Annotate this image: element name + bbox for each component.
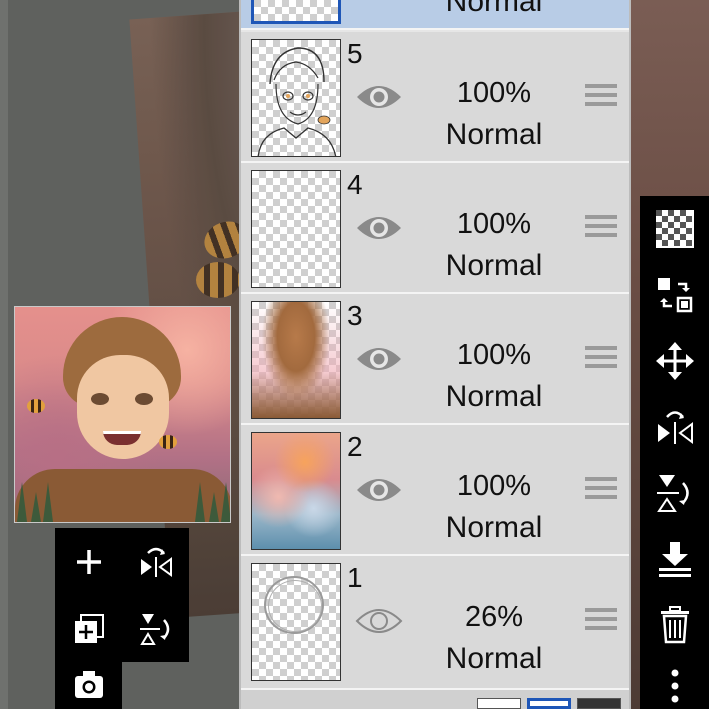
- layer-thumbnail[interactable]: [251, 432, 341, 550]
- eye-icon[interactable]: [355, 473, 403, 507]
- layer-blend-mode[interactable]: Normal: [429, 380, 559, 414]
- move-layer-button[interactable]: [640, 262, 709, 328]
- layer-tools-palette-ext: [55, 662, 122, 709]
- add-paper-layer-icon: [74, 613, 104, 643]
- layer-row[interactable]: 2 100% Normal: [241, 425, 629, 556]
- layer-thumbnail[interactable]: [251, 0, 341, 24]
- flip-horizontal-icon: [140, 547, 172, 577]
- drag-handle-icon[interactable]: [585, 215, 617, 241]
- merge-down-button[interactable]: [640, 526, 709, 592]
- sketch-circle: [268, 580, 322, 632]
- flip-vertical-icon: [139, 613, 169, 645]
- layer-thumbnail[interactable]: [251, 170, 341, 288]
- drag-handle-icon[interactable]: [585, 84, 617, 110]
- layer-opacity[interactable]: 100%: [429, 77, 559, 110]
- preview-bee-right: [159, 435, 177, 449]
- transparency-icon: [655, 210, 694, 248]
- canvas-bee-1: [196, 262, 240, 298]
- flip-horizontal-icon: [657, 411, 693, 444]
- transparency-button[interactable]: [640, 196, 709, 262]
- move-layer-icon: [657, 278, 692, 313]
- layer-number: 1: [347, 562, 363, 593]
- layer-opacity[interactable]: 100%: [429, 470, 559, 503]
- eye-icon[interactable]: [355, 342, 403, 376]
- layer-number: 5: [347, 38, 363, 69]
- background-dark-swatch[interactable]: [577, 698, 621, 709]
- more-icon: [671, 669, 678, 703]
- preview-eye-left: [91, 393, 109, 405]
- add-layer-icon: [76, 549, 101, 574]
- background-blur-art: [252, 433, 340, 549]
- add-paper-layer-button[interactable]: [55, 595, 122, 662]
- layer-number: 2: [347, 431, 363, 462]
- layer-tools-palette: [55, 528, 189, 662]
- drag-handle-icon[interactable]: [585, 477, 617, 503]
- preview-bee-left: [27, 399, 45, 413]
- drag-handle-icon[interactable]: [585, 346, 617, 372]
- trash-icon: [660, 606, 689, 644]
- flip-vertical-button[interactable]: [640, 460, 709, 526]
- move-button[interactable]: [640, 328, 709, 394]
- layer-opacity[interactable]: 100%: [429, 208, 559, 241]
- eye-icon[interactable]: [355, 211, 403, 245]
- layer-blend-mode[interactable]: Normal: [429, 642, 559, 676]
- layer-panel: Normal 5 100% Normal 4 100% Normal 3 100…: [239, 0, 631, 709]
- color-fill-art: [252, 302, 340, 418]
- layer-row[interactable]: 5 100% Normal: [241, 32, 629, 163]
- layer-blend-mode[interactable]: Normal: [429, 118, 559, 152]
- layer-row[interactable]: Normal: [241, 0, 629, 30]
- camera-icon: [74, 671, 103, 698]
- layer-row[interactable]: 3 100% Normal: [241, 294, 629, 425]
- preview-eye-right: [135, 393, 153, 405]
- flip-horizontal-button[interactable]: [640, 394, 709, 460]
- layer-actions-toolbar: [640, 196, 709, 709]
- camera-button[interactable]: [55, 668, 122, 709]
- layer-blend-mode[interactable]: Normal: [429, 0, 559, 19]
- more-options-button[interactable]: [640, 658, 709, 709]
- flip-vertical-icon: [656, 475, 689, 512]
- layer-blend-mode[interactable]: Normal: [429, 249, 559, 283]
- layer-blend-mode[interactable]: Normal: [429, 511, 559, 545]
- eye-outline-icon[interactable]: [355, 604, 403, 638]
- layer-thumbnail[interactable]: [251, 39, 341, 157]
- layer-thumbnail[interactable]: [251, 301, 341, 419]
- line-art-sketch: [257, 47, 337, 156]
- layer-number: 3: [347, 300, 363, 331]
- move-icon: [655, 342, 694, 380]
- canvas-edge: [0, 0, 8, 709]
- layer-row[interactable]: 1 26% Normal: [241, 556, 629, 690]
- artwork-preview[interactable]: [14, 306, 231, 523]
- eye-icon[interactable]: [355, 80, 403, 114]
- background-checker-swatch[interactable]: [527, 698, 571, 709]
- layer-opacity[interactable]: 26%: [429, 601, 559, 634]
- layer-thumbnail[interactable]: [251, 563, 341, 681]
- layer-row[interactable]: 4 100% Normal: [241, 163, 629, 294]
- flip-horizontal-button[interactable]: [122, 528, 189, 595]
- layer-number: 4: [347, 169, 363, 200]
- flip-vertical-button[interactable]: [122, 595, 189, 662]
- layer-opacity[interactable]: 100%: [429, 339, 559, 372]
- merge-down-icon: [658, 542, 691, 577]
- delete-layer-button[interactable]: [640, 592, 709, 658]
- background-white-swatch[interactable]: [477, 698, 521, 709]
- add-layer-button[interactable]: [55, 528, 122, 595]
- drag-handle-icon[interactable]: [585, 608, 617, 634]
